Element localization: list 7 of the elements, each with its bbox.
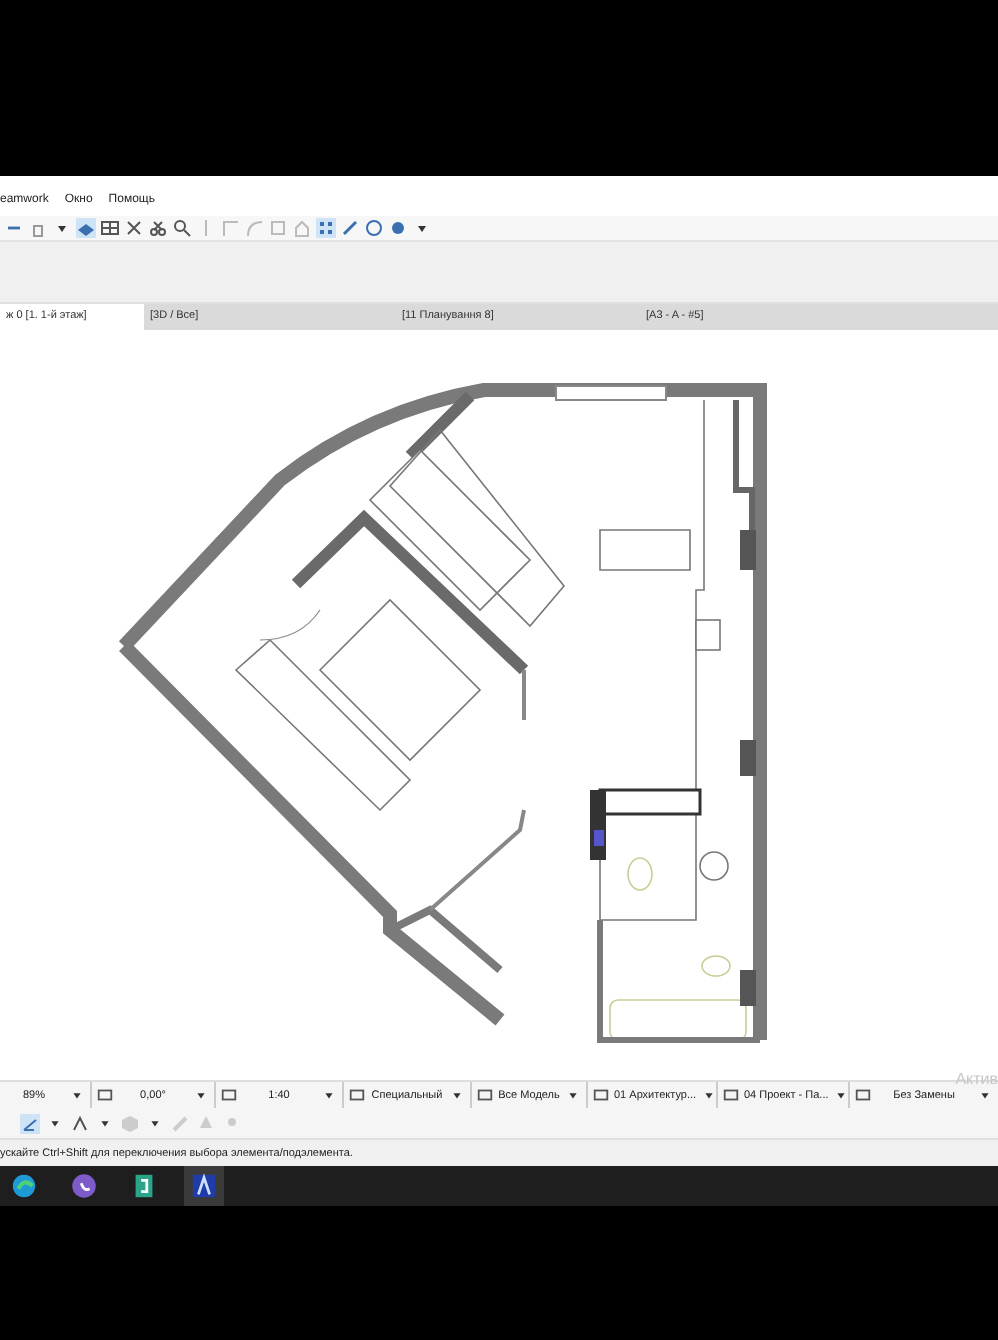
scissors-icon[interactable] [148, 217, 168, 238]
app-logo-icon[interactable] [184, 1166, 224, 1206]
cross-icon[interactable] [124, 217, 144, 238]
snap-icon[interactable] [20, 1113, 40, 1134]
pencil-icon[interactable] [340, 217, 360, 238]
table-icon[interactable] [100, 217, 120, 238]
magnifier-icon[interactable] [172, 217, 192, 238]
